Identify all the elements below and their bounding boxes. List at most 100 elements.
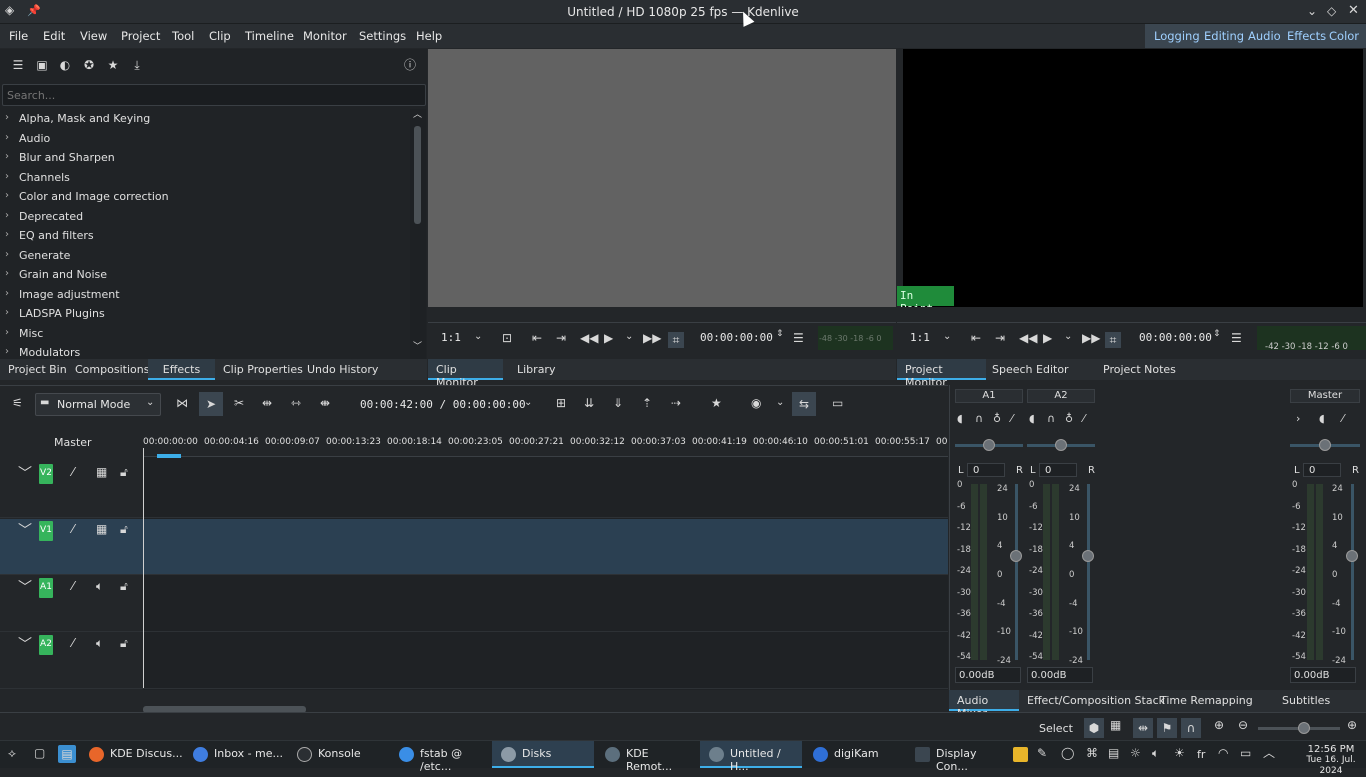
snap-icon[interactable]: ⋈ <box>176 397 188 409</box>
timeline-ruler[interactable]: 00:00:00:00 00:00:04:16 00:00:09:07 00:0… <box>143 432 948 458</box>
mixer-toggle-icon[interactable]: ⇆ <box>792 392 816 416</box>
category-item[interactable]: › Grain and Noise <box>0 265 409 284</box>
set-in-icon[interactable]: ⇤ <box>971 332 981 344</box>
set-out-icon[interactable]: ⇥ <box>995 332 1005 344</box>
folder-icon[interactable] <box>1013 747 1028 762</box>
mute-icon[interactable]: ◖ <box>957 413 963 424</box>
tab-effect-stack[interactable]: Effect/Composition Stack <box>1019 690 1173 711</box>
show-desktop-icon[interactable]: ▢ <box>34 747 45 759</box>
chevron-down-icon[interactable]: ⌄ <box>146 398 154 408</box>
crop-icon[interactable]: ⌗ <box>1105 332 1121 348</box>
spacer-tool-icon[interactable]: ⇹ <box>262 397 272 409</box>
collapse-icon[interactable]: ﹀ <box>18 638 32 652</box>
track-badge[interactable]: V1 <box>39 521 53 541</box>
volume-knob[interactable] <box>1082 550 1094 562</box>
set-out-icon[interactable]: ⇥ <box>556 332 566 344</box>
clip-timecode[interactable]: 00:00:00:00 <box>700 331 773 344</box>
collapse-icon[interactable]: ﹀ <box>18 524 32 538</box>
pan-knob[interactable] <box>1055 439 1067 451</box>
task-item[interactable]: digiKam <box>804 741 904 768</box>
effects-wand-icon[interactable]: ⁄ <box>72 580 74 592</box>
maximize-icon[interactable]: ◇ <box>1327 5 1336 17</box>
thumbnail-icon[interactable]: ⇹ <box>1133 718 1153 738</box>
marker-icon[interactable]: ⚑ <box>1157 718 1177 738</box>
film-icon[interactable]: ▦ <box>96 466 107 478</box>
tab-audio-mixer[interactable]: Audio Mixer <box>949 690 1019 720</box>
task-item[interactable]: Untitled / H... <box>700 741 802 773</box>
workspace-effects[interactable]: Effects <box>1287 29 1326 43</box>
play-icon[interactable]: ▶ <box>1043 332 1052 344</box>
effects-wand-icon[interactable]: ⁄ <box>72 637 74 649</box>
mic-icon[interactable]: ♁ <box>993 413 1001 424</box>
clip-zoom[interactable]: 1:1 <box>441 331 461 344</box>
set-in-icon[interactable]: ⇤ <box>532 332 542 344</box>
extract-icon[interactable]: ⇢ <box>671 397 681 409</box>
menu-clip[interactable]: Clip <box>209 29 231 43</box>
menu-icon[interactable]: ☰ <box>793 332 804 344</box>
category-item[interactable]: › EQ and filters <box>0 226 409 245</box>
tag-icon[interactable]: ⬢ <box>1084 718 1104 738</box>
lock-icon[interactable]: 🔓︎ <box>120 523 128 535</box>
volume-knob[interactable] <box>1010 550 1022 562</box>
chevron-down-icon[interactable]: ⌄ <box>776 398 784 408</box>
overwrite-icon[interactable]: ⇓ <box>613 397 623 409</box>
channel-db[interactable]: 0.00dB <box>1290 667 1356 683</box>
menu-monitor[interactable]: Monitor <box>303 29 347 43</box>
spin-icon[interactable]: ⇕ <box>776 330 784 339</box>
track-settings-icon[interactable]: ⚟ <box>12 397 23 409</box>
category-item[interactable]: › Audio <box>0 129 409 148</box>
task-item[interactable]: fstab @ /etc... <box>390 741 492 773</box>
menu-timeline[interactable]: Timeline <box>245 29 294 43</box>
category-item[interactable]: › Misc <box>0 324 409 343</box>
lock-icon[interactable]: 🔓︎ <box>120 466 128 478</box>
category-item[interactable]: › Generate <box>0 246 409 265</box>
clock[interactable]: 12:56 PM Tue 16. Jul. 2024 <box>1296 744 1366 777</box>
forward-icon[interactable]: ▶▶ <box>1082 332 1100 344</box>
info-icon[interactable]: ⓘ <box>402 57 418 73</box>
menu-icon[interactable]: ☰ <box>1231 332 1242 344</box>
lock-icon[interactable]: 🔓︎ <box>120 580 128 592</box>
tab-compositions[interactable]: Compositions <box>67 359 157 380</box>
pan-knob[interactable] <box>983 439 995 451</box>
list-view-icon[interactable]: ☰ <box>10 57 26 73</box>
mute-icon[interactable]: ◖ <box>1029 413 1035 424</box>
video-effects-icon[interactable]: ▣ <box>34 57 50 73</box>
magnet-icon[interactable]: ∩ <box>1181 718 1201 738</box>
razor-tool-icon[interactable]: ✂ <box>234 397 244 409</box>
tab-time-remapping[interactable]: Time Remapping <box>1152 690 1261 711</box>
pan-value[interactable]: 0 <box>1039 463 1077 477</box>
rewind-icon[interactable]: ◀◀ <box>580 332 598 344</box>
chevron-up-icon[interactable]: ︿ <box>1263 747 1275 759</box>
tab-project-monitor[interactable]: Project Monitor <box>897 359 986 389</box>
collapse-icon[interactable]: ﹀ <box>18 581 32 595</box>
minimize-icon[interactable]: ⌄ <box>1307 5 1317 17</box>
menu-edit[interactable]: Edit <box>43 29 65 43</box>
edit-mode-select[interactable]: Normal Mode <box>35 393 161 416</box>
project-timecode[interactable]: 00:00:00:00 <box>1139 331 1212 344</box>
close-icon[interactable]: ✕ <box>1348 4 1359 17</box>
chevron-down-icon[interactable]: ⌄ <box>1064 332 1072 342</box>
playhead[interactable] <box>143 448 144 688</box>
app-launcher-icon[interactable]: ⟡ <box>8 747 16 759</box>
tab-clip-monitor[interactable]: Clip Monitor <box>428 359 503 389</box>
category-item[interactable]: › Deprecated <box>0 207 409 226</box>
category-item[interactable]: › Color and Image correction <box>0 187 409 206</box>
speaker-icon[interactable]: 🔈︎ <box>96 637 103 649</box>
workspace-audio[interactable]: Audio <box>1248 29 1281 43</box>
forward-icon[interactable]: ▶▶ <box>643 332 661 344</box>
tab-project-notes[interactable]: Project Notes <box>1095 359 1184 380</box>
workspace-editing[interactable]: Editing <box>1204 29 1244 43</box>
volume-fader[interactable] <box>1087 484 1090 660</box>
solo-icon[interactable]: ∩ <box>975 413 983 424</box>
battery-icon[interactable]: ▭ <box>1240 747 1251 759</box>
record-icon[interactable]: ◉ <box>751 397 761 409</box>
effects-scrollbar-thumb[interactable] <box>414 126 421 224</box>
workspace-logging[interactable]: Logging <box>1154 29 1200 43</box>
film-icon[interactable]: ▦ <box>1110 719 1121 731</box>
volume-fader[interactable] <box>1351 484 1354 660</box>
play-icon[interactable]: ▶ <box>604 332 613 344</box>
clip-monitor-ruler[interactable] <box>428 307 896 323</box>
clip-monitor-view[interactable] <box>428 49 896 307</box>
project-monitor-view[interactable] <box>903 49 1363 307</box>
category-item[interactable]: › Modulators <box>0 343 409 359</box>
